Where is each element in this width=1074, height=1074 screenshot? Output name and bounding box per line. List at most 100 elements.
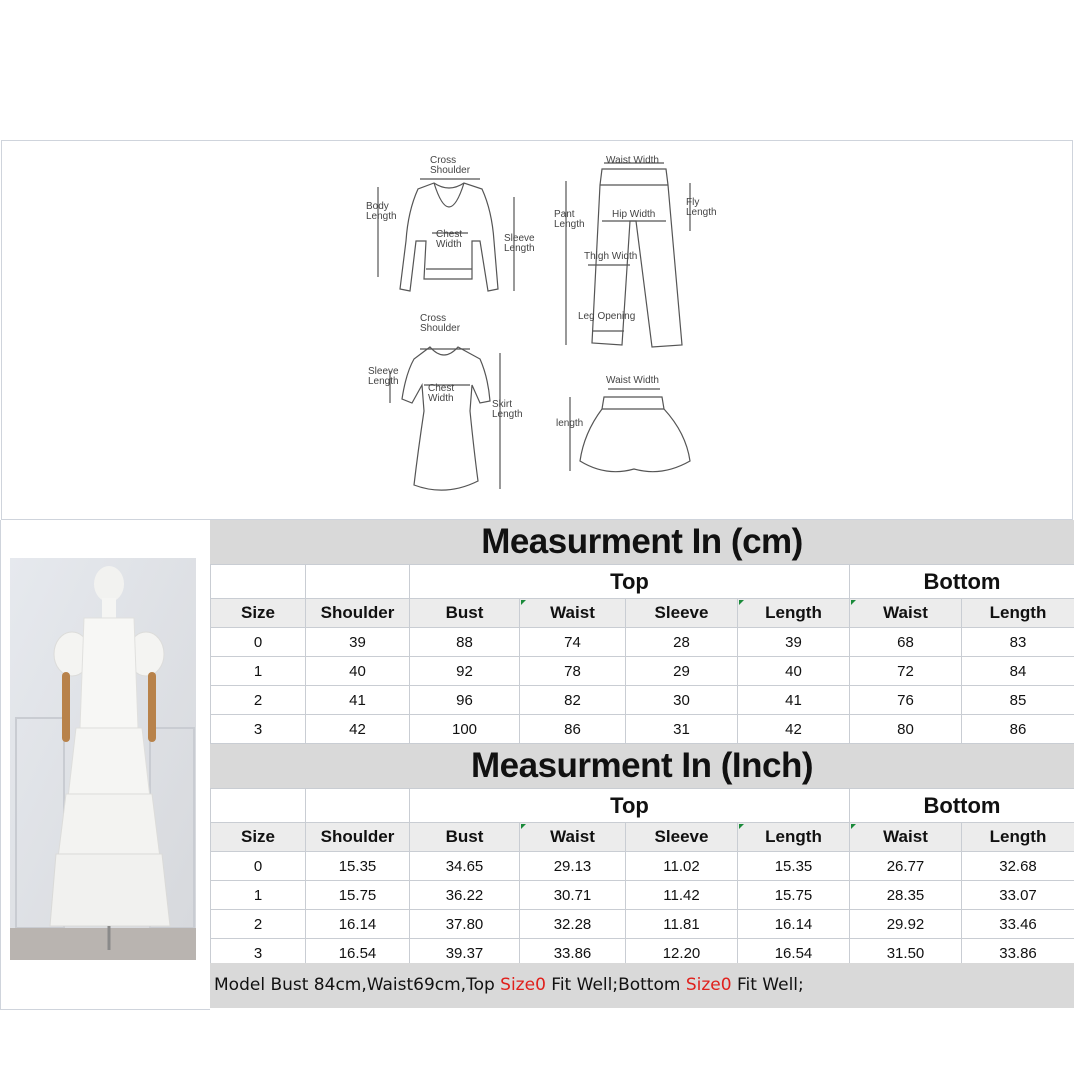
table-cell: 40 [737, 656, 850, 686]
label-pant-length-b: Length [554, 219, 585, 230]
header-sleeve: Sleeve [625, 598, 738, 628]
table-cell: 26.77 [849, 851, 962, 881]
group-top: Top [409, 788, 850, 823]
table-cell: 15.75 [305, 880, 410, 910]
product-photo-panel [0, 520, 210, 1010]
table-cell: 88 [409, 627, 520, 657]
label-leg-opening: Leg Opening [578, 311, 635, 322]
header-length-bottom: Length [960, 822, 1074, 852]
table-cell: 83 [960, 627, 1074, 657]
table-cell: 33.07 [960, 880, 1074, 910]
label-thigh-width: Thigh Width [584, 251, 637, 262]
table-cell: 42 [305, 714, 410, 744]
measurement-diagrams-svg: Cross Shoulder Body Length Chest Width S… [366, 155, 717, 491]
header-length-top: Length [737, 598, 850, 628]
label-waist-width-skirt: Waist Width [606, 375, 659, 386]
header-shoulder: Shoulder [305, 822, 410, 852]
table-cell: 86 [519, 714, 626, 744]
header-bust: Bust [409, 822, 520, 852]
header-size: Size [210, 822, 306, 852]
cm-row-size-3: 3 42 100 86 31 42 80 86 [210, 714, 1074, 744]
group-bottom: Bottom [848, 564, 1074, 599]
note-size-bottom: Size0 [685, 975, 732, 995]
measurement-diagrams: Cross Shoulder Body Length Chest Width S… [1, 140, 1073, 520]
table-cell: 41 [737, 685, 850, 715]
inch-row-size-2: 2 16.14 37.80 32.28 11.81 16.14 29.92 33.46 [210, 909, 1074, 939]
group-top: Top [409, 564, 850, 599]
table-cell: 29 [625, 656, 738, 686]
table-cell: 3 [210, 714, 306, 744]
note-text-2: Fit Well;Bottom [545, 975, 686, 995]
table-cell: 96 [409, 685, 520, 715]
header-shoulder: Shoulder [305, 598, 410, 628]
table-cell: 37.80 [409, 909, 520, 939]
empty-cell [305, 788, 410, 823]
table-cell: 40 [305, 656, 410, 686]
label-body-length-b: Length [366, 211, 397, 222]
table-cell: 30 [625, 685, 738, 715]
empty-cell [210, 788, 306, 823]
table-cell: 2 [210, 909, 306, 939]
cm-size-table: Top Bottom Size Shoulder Bust Waist Slee… [210, 564, 1074, 744]
table-cell: 76 [849, 685, 962, 715]
cm-row-size-1: 1 40 92 78 29 40 72 84 [210, 656, 1074, 686]
label-skirt-sketch-length: length [556, 418, 583, 429]
cm-header-row: Size Shoulder Bust Waist Sleeve Length W… [210, 598, 1074, 628]
table-cell: 82 [519, 685, 626, 715]
header-sleeve: Sleeve [625, 822, 738, 852]
empty-cell [210, 564, 306, 599]
table-cell: 29.13 [519, 851, 626, 881]
table-cell: 15.75 [737, 880, 850, 910]
table-cell: 30.71 [519, 880, 626, 910]
label-cross-shoulder-2b: Shoulder [420, 323, 461, 334]
cm-table-title: Measurment In (cm) [210, 520, 1074, 564]
cm-row-size-0: 0 39 88 74 28 39 68 83 [210, 627, 1074, 657]
inch-header-row: Size Shoulder Bust Waist Sleeve Length W… [210, 822, 1074, 852]
header-waist-bottom: Waist [849, 598, 962, 628]
table-cell: 84 [960, 656, 1074, 686]
inch-size-table: Top Bottom Size Shoulder Bust Waist Slee… [210, 788, 1074, 968]
table-cell: 68 [849, 627, 962, 657]
table-cell: 2 [210, 685, 306, 715]
model-fit-note: Model Bust 84cm,Waist69cm,Top Size0 Fit … [210, 963, 1074, 1008]
table-cell: 0 [210, 627, 306, 657]
header-length-top: Length [737, 822, 850, 852]
dress-sketch [389, 346, 501, 491]
table-cell: 42 [737, 714, 850, 744]
table-cell: 28.35 [849, 880, 962, 910]
table-cell: 39 [737, 627, 850, 657]
cm-row-size-2: 2 41 96 82 30 41 76 85 [210, 685, 1074, 715]
table-cell: 31 [625, 714, 738, 744]
table-cell: 41 [305, 685, 410, 715]
label-skirt-length-b: Length [492, 409, 523, 420]
header-waist-top: Waist [519, 822, 626, 852]
label-sleeve-length-2b: Length [368, 376, 399, 387]
table-cell: 32.68 [960, 851, 1074, 881]
table-cell: 100 [409, 714, 520, 744]
skirt-sketch [569, 388, 691, 473]
table-cell: 11.42 [625, 880, 738, 910]
inch-row-size-0: 0 15.35 34.65 29.13 11.02 15.35 26.77 32.68 [210, 851, 1074, 881]
label-hip-width: Hip Width [612, 209, 655, 220]
table-cell: 16.14 [737, 909, 850, 939]
table-cell: 29.92 [849, 909, 962, 939]
note-text-3: Fit Well; [731, 975, 804, 995]
inch-table-body: 0 15.35 34.65 29.13 11.02 15.35 26.77 32.68 1 15.… [210, 851, 1074, 968]
table-cell: 33.46 [960, 909, 1074, 939]
header-bust: Bust [409, 598, 520, 628]
table-cell: 15.35 [305, 851, 410, 881]
table-cell: 85 [960, 685, 1074, 715]
header-size: Size [210, 598, 306, 628]
note-size-top: Size0 [500, 975, 546, 995]
note-text-1: Model Bust 84cm,Waist69cm,Top [214, 975, 501, 995]
table-cell: 16.14 [305, 909, 410, 939]
table-cell: 28 [625, 627, 738, 657]
cm-group-row: Top Bottom [210, 564, 1074, 599]
table-cell: 32.28 [519, 909, 626, 939]
table-cell: 0 [210, 851, 306, 881]
label-waist-width-pants: Waist Width [606, 155, 659, 166]
group-bottom: Bottom [848, 788, 1074, 823]
table-cell: 86 [960, 714, 1074, 744]
inch-row-size-1: 1 15.75 36.22 30.71 11.42 15.75 28.35 33.07 [210, 880, 1074, 910]
label-chest-width-2b: Width [428, 393, 454, 404]
